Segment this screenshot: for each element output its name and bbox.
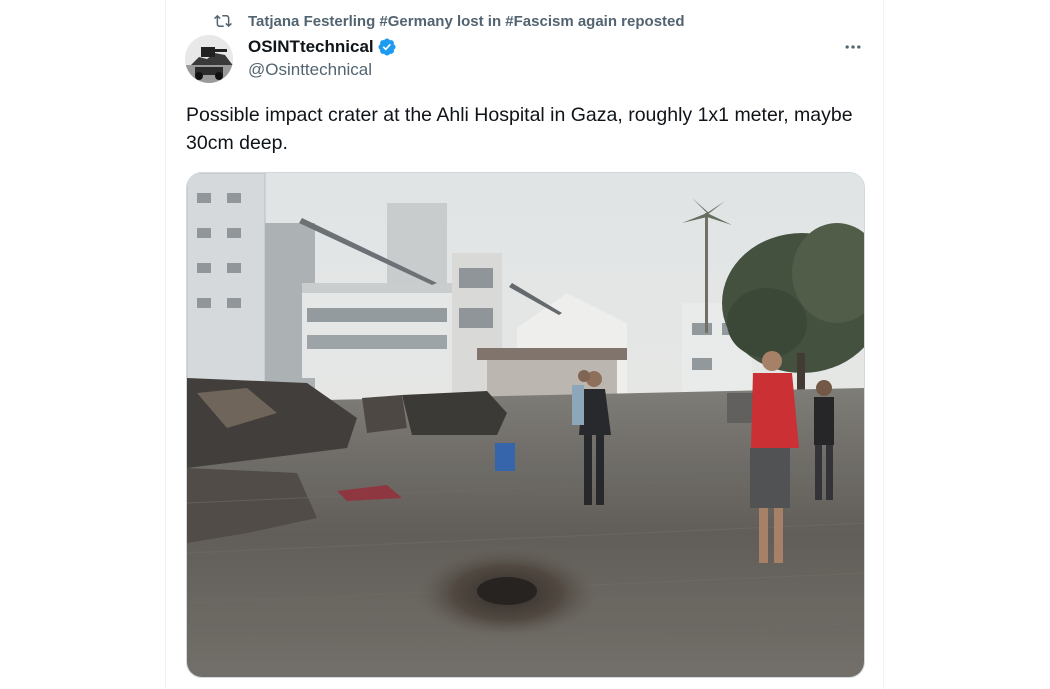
tweet-photo[interactable] — [186, 172, 865, 678]
display-name-row: OSINTtechnical — [248, 36, 397, 58]
avatar-image — [185, 35, 233, 83]
repost-icon — [214, 12, 232, 30]
more-horizontal-icon — [845, 45, 861, 49]
repost-indicator[interactable]: Tatjana Festerling #Germany lost in #Fas… — [214, 11, 685, 31]
tweet-text: Possible impact crater at the Ahli Hospi… — [186, 104, 853, 154]
verified-badge-icon[interactable] — [377, 37, 397, 57]
author-handle[interactable]: @Osinttechnical — [248, 60, 397, 80]
more-options-button[interactable] — [838, 36, 868, 58]
author-block[interactable]: OSINTtechnical @Osinttechnical — [248, 36, 397, 80]
page: Tatjana Festerling #Germany lost in #Fas… — [0, 0, 1050, 689]
repost-text: Tatjana Festerling #Germany lost in #Fas… — [248, 12, 685, 30]
tweet-card[interactable]: Tatjana Festerling #Germany lost in #Fas… — [165, 0, 884, 689]
author-display-name[interactable]: OSINTtechnical — [248, 37, 374, 57]
avatar[interactable] — [185, 35, 233, 83]
photo-image — [187, 173, 864, 677]
